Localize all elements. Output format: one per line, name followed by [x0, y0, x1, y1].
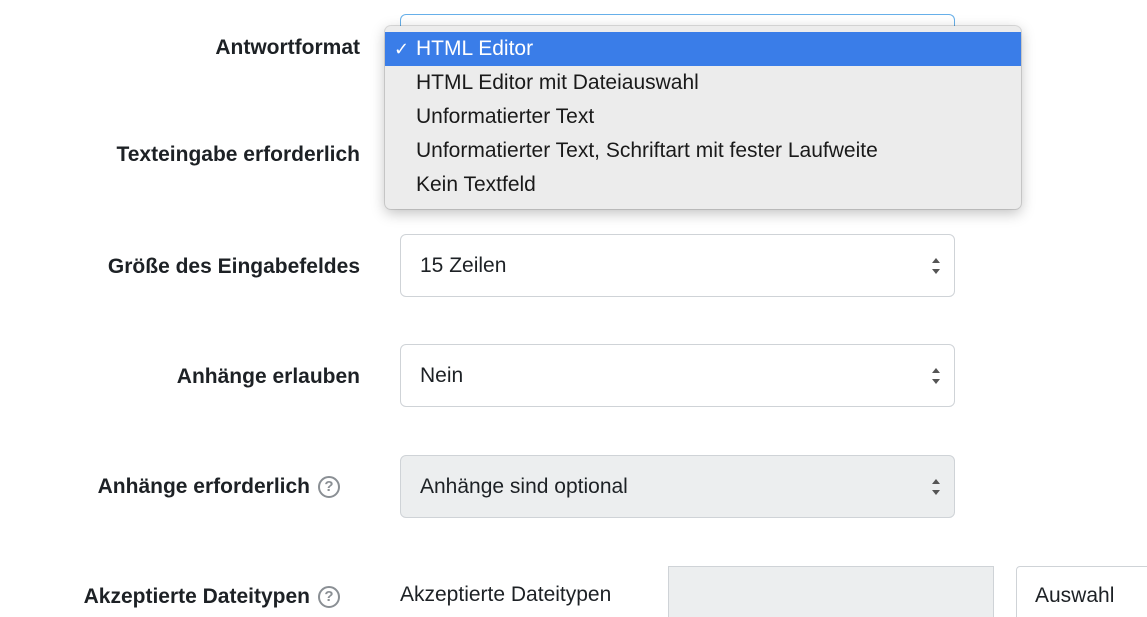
question-settings-form: Antwortformat Texteingabe erforderlich G…: [0, 0, 1147, 617]
dropdown-option[interactable]: ✓ HTML Editor: [385, 32, 1021, 66]
allow-attachments-label: Anhänge erlauben: [176, 365, 360, 388]
response-format-dropdown-menu: ✓ HTML Editor HTML Editor mit Dateiauswa…: [385, 26, 1021, 209]
select-arrows-icon: [932, 478, 940, 495]
dropdown-option[interactable]: Unformatierter Text, Schriftart mit fest…: [385, 134, 1021, 168]
response-format-label: Antwortformat: [215, 36, 360, 59]
input-size-label: Größe des Eingabefeldes: [107, 255, 360, 278]
allow-attachments-select[interactable]: Nein: [400, 344, 955, 407]
allow-attachments-value: Nein: [420, 363, 464, 387]
dropdown-option[interactable]: Kein Textfeld: [385, 168, 1021, 202]
input-size-value: 15 Zeilen: [420, 253, 507, 277]
attachments-required-label: Anhänge erforderlich ?: [0, 466, 340, 508]
select-arrows-icon: [932, 367, 940, 384]
attachments-required-select: Anhänge sind optional: [400, 455, 955, 518]
input-size-select[interactable]: 15 Zeilen: [400, 234, 955, 297]
select-arrows-icon: [932, 257, 940, 274]
attachments-required-value: Anhänge sind optional: [420, 474, 628, 498]
choose-file-types-button[interactable]: Auswahl: [1016, 566, 1147, 617]
accepted-file-types-input[interactable]: [668, 566, 994, 617]
accepted-file-types-inner-label: Akzeptierte Dateitypen: [400, 583, 612, 606]
help-question-icon[interactable]: ?: [318, 586, 340, 608]
checkmark-icon: ✓: [394, 39, 410, 59]
dropdown-option[interactable]: HTML Editor mit Dateiauswahl: [385, 66, 1021, 100]
help-question-icon[interactable]: ?: [318, 476, 340, 498]
dropdown-option[interactable]: Unformatierter Text: [385, 100, 1021, 134]
accepted-file-types-label: Akzeptierte Dateitypen ?: [0, 576, 340, 617]
text-required-label: Texteingabe erforderlich: [116, 143, 360, 166]
